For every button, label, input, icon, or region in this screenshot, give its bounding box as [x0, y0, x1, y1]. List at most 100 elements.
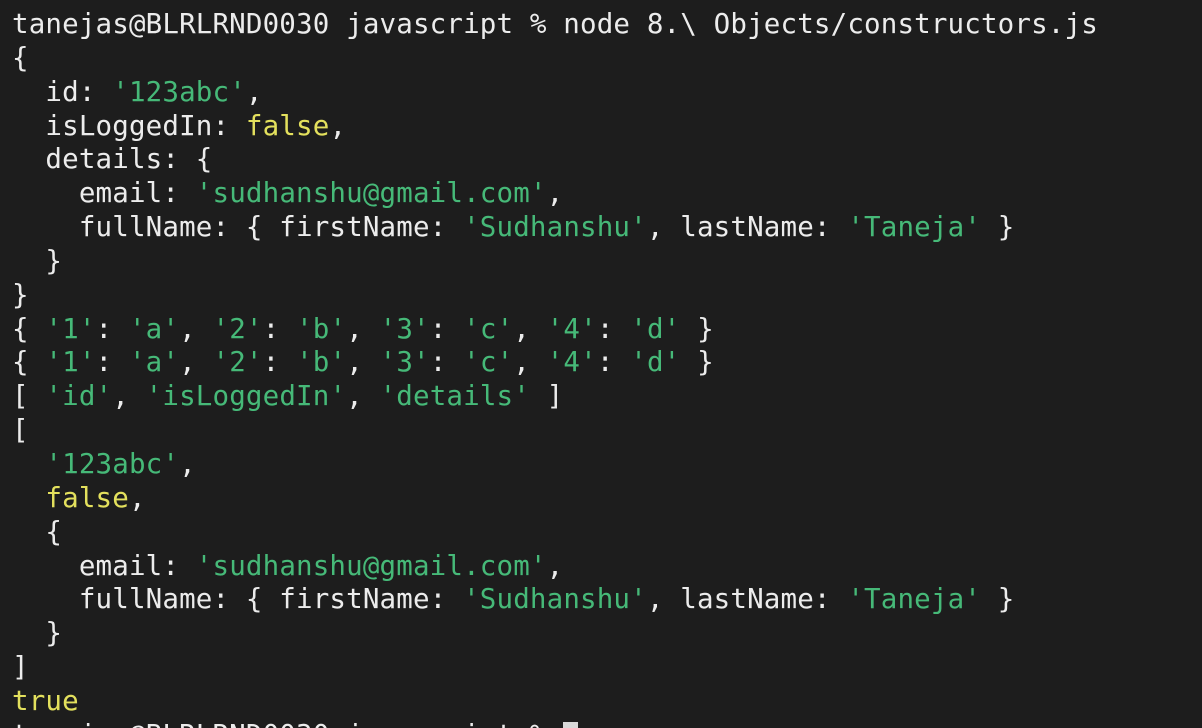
- text-token: }: [12, 278, 29, 311]
- text-token: ,: [128, 481, 146, 514]
- text-token: ,: [346, 312, 380, 345]
- text-token: ,: [112, 380, 146, 413]
- text-token: details: {: [12, 143, 213, 176]
- text-token: :: [95, 312, 129, 345]
- text-token: :: [95, 346, 129, 379]
- output-line: }: [12, 617, 1098, 651]
- text-token: ,: [513, 312, 547, 345]
- string-token: '4': [546, 346, 597, 379]
- text-token: , lastName:: [646, 211, 848, 244]
- text-token: [: [12, 414, 29, 447]
- string-token: '1': [45, 346, 96, 379]
- output-line: email: 'sudhanshu@gmail.com',: [12, 177, 1098, 211]
- terminal-output: tanejas@BLRLRND0030 javascript % node 8.…: [12, 8, 1098, 728]
- boolean-token: false: [245, 109, 330, 142]
- terminal-window[interactable]: tanejas@BLRLRND0030 javascript % node 8.…: [0, 0, 1202, 728]
- string-token: '2': [212, 312, 263, 345]
- text-token: ,: [346, 346, 380, 379]
- string-token: '3': [379, 346, 430, 379]
- string-token: 'a': [128, 312, 180, 345]
- text-token: email:: [12, 177, 196, 210]
- output-line: }: [12, 245, 1098, 279]
- text-token: fullName: { firstName:: [12, 211, 464, 244]
- output-line: '123abc',: [12, 448, 1098, 482]
- text-token: ,: [329, 109, 347, 142]
- text-token: ,: [245, 75, 263, 108]
- text-token: }: [12, 617, 63, 650]
- text-token: :: [262, 346, 297, 379]
- text-token: ,: [179, 447, 196, 480]
- output-line: fullName: { firstName: 'Sudhanshu', last…: [12, 583, 1098, 617]
- output-line: fullName: { firstName: 'Sudhanshu', last…: [12, 211, 1098, 245]
- string-token: 'b': [296, 312, 347, 345]
- text-token: }: [680, 346, 714, 379]
- string-token: '2': [212, 346, 263, 379]
- text-token: ,: [179, 312, 213, 345]
- output-line: { '1': 'a', '2': 'b', '3': 'c', '4': 'd'…: [12, 313, 1098, 347]
- string-token: 'Sudhanshu': [463, 583, 647, 616]
- text-token: :: [262, 312, 297, 345]
- text-token: ,: [346, 380, 380, 413]
- string-token: '3': [379, 312, 430, 345]
- output-line: id: '123abc',: [12, 76, 1098, 110]
- string-token: '123abc': [112, 75, 246, 108]
- text-token: }: [12, 244, 63, 277]
- text-token: ,: [546, 549, 564, 582]
- text-token: tanejas@BLRLRND0030 javascript % node 8.…: [12, 8, 1098, 40]
- output-line: {: [12, 42, 1098, 76]
- output-line: [: [12, 414, 1098, 448]
- text-token: [: [12, 380, 46, 413]
- text-token: :: [596, 346, 631, 379]
- text-token: fullName: { firstName:: [12, 583, 464, 616]
- output-line: ]: [12, 651, 1098, 685]
- string-token: 'c': [463, 346, 514, 379]
- boolean-token: true: [12, 684, 79, 717]
- output-line: details: {: [12, 143, 1098, 177]
- string-token: 'Taneja': [847, 211, 981, 244]
- output-line: [ 'id', 'isLoggedIn', 'details' ]: [12, 380, 1098, 414]
- string-token: '4': [546, 312, 597, 345]
- output-line: false,: [12, 482, 1098, 516]
- string-token: '1': [45, 312, 96, 345]
- text-token: id:: [12, 75, 113, 108]
- output-line: {: [12, 516, 1098, 550]
- text-token: tanejas@BLRLRND0030 javascript %: [12, 719, 563, 728]
- output-line: true: [12, 685, 1098, 719]
- output-line: }: [12, 279, 1098, 313]
- text-token: ]: [12, 651, 29, 684]
- text-token: , lastName:: [646, 583, 848, 616]
- text-token: isLoggedIn:: [12, 109, 246, 142]
- string-token: 'b': [296, 346, 347, 379]
- string-token: 'sudhanshu@gmail.com': [195, 177, 547, 210]
- text-token: :: [429, 346, 464, 379]
- text-token: }: [981, 211, 1015, 244]
- output-line: { '1': 'a', '2': 'b', '3': 'c', '4': 'd'…: [12, 346, 1098, 380]
- string-token: 'sudhanshu@gmail.com': [195, 549, 547, 582]
- string-token: 'a': [128, 346, 180, 379]
- text-token: ,: [546, 177, 564, 210]
- text-token: }: [680, 312, 714, 345]
- string-token: 'id': [45, 380, 113, 413]
- text-token: :: [429, 312, 464, 345]
- output-line: email: 'sudhanshu@gmail.com',: [12, 550, 1098, 584]
- string-token: 'Sudhanshu': [463, 211, 647, 244]
- string-token: 'd': [630, 312, 681, 345]
- text-token: {: [12, 41, 29, 74]
- string-token: 'isLoggedIn': [145, 380, 347, 413]
- string-token: '123abc': [45, 447, 180, 480]
- text-token: {: [12, 346, 46, 379]
- text-token: }: [981, 583, 1015, 616]
- output-line: isLoggedIn: false,: [12, 110, 1098, 144]
- text-token: email:: [12, 549, 196, 582]
- text-token: ,: [513, 346, 547, 379]
- boolean-token: false: [45, 481, 129, 514]
- text-token: ,: [179, 346, 213, 379]
- text-cursor: [563, 721, 579, 728]
- prompt-line[interactable]: tanejas@BLRLRND0030 javascript %: [12, 719, 1098, 728]
- text-token: :: [596, 312, 631, 345]
- text-token: {: [12, 312, 46, 345]
- output-line: tanejas@BLRLRND0030 javascript % node 8.…: [12, 8, 1098, 42]
- string-token: 'd': [630, 346, 681, 379]
